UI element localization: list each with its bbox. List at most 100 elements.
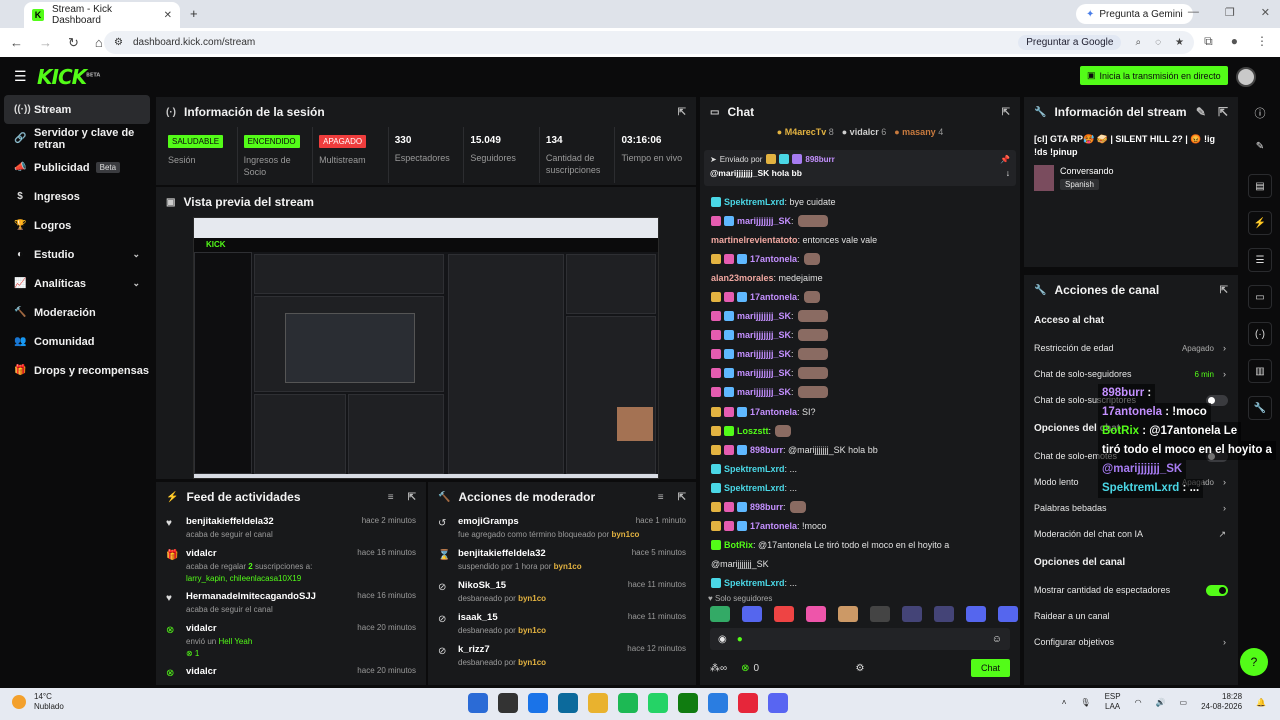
popout-icon[interactable]: ⇱: [678, 492, 686, 503]
list-item[interactable]: ♥ benjitakieffeldela32 acaba de seguir el …: [156, 512, 426, 544]
chat-username[interactable]: marijjjjjjj_SK: [737, 330, 791, 340]
chevron-down-icon[interactable]: ⌄: [132, 249, 140, 260]
moderator-name[interactable]: byn1co: [554, 562, 582, 571]
tray-chevron-icon[interactable]: ˄: [1062, 698, 1067, 707]
activity-username[interactable]: HermanadelmitecagandoSJJ: [186, 591, 316, 602]
chat-settings-icon[interactable]: ⚙: [856, 663, 865, 674]
chat-username[interactable]: marijjjjjjj_SK: [737, 368, 791, 378]
mod-panel-icon[interactable]: ▥: [1248, 359, 1272, 383]
category-thumbnail[interactable]: [1034, 165, 1054, 191]
popout-icon[interactable]: ⇱: [408, 492, 416, 503]
emote-icon[interactable]: [742, 606, 762, 622]
sidebar-item-ingresos[interactable]: $ Ingresos: [0, 182, 156, 211]
chat-username[interactable]: marijjjjjjj_SK: [737, 349, 791, 359]
settings-dot-icon[interactable]: ◉: [718, 634, 727, 645]
chat-username[interactable]: martinelrevientatoto: [711, 235, 798, 245]
kick-logo[interactable]: KICKBETA: [37, 65, 100, 89]
chat-username[interactable]: BotRix: [724, 540, 753, 550]
chat-username[interactable]: 17antonela: [750, 407, 797, 417]
chat-message[interactable]: 17antonela: SI?: [700, 402, 1020, 421]
chat-input[interactable]: ◉ ● ☺: [710, 628, 1010, 650]
sidebar-item-logros[interactable]: 🏆 Logros: [0, 211, 156, 240]
channel-setting-row[interactable]: Mostrar cantidad de espectadores: [1024, 577, 1238, 603]
list-item[interactable]: ⊘ NikoSk_15 desbaneado por byn1co hace 11 m…: [428, 576, 696, 608]
home-icon[interactable]: ⌂: [95, 35, 103, 51]
emote-icon[interactable]: [902, 606, 922, 622]
user-avatar[interactable]: [1236, 67, 1256, 87]
emote-icon[interactable]: [710, 606, 730, 622]
emote-icon[interactable]: [966, 606, 986, 622]
chevron-right-icon[interactable]: ›: [1223, 369, 1226, 379]
battery-icon[interactable]: ▭: [1180, 698, 1188, 707]
chat-message[interactable]: 17antonela:: [700, 287, 1020, 306]
emote-icon[interactable]: [870, 606, 890, 622]
taskbar-app-icon[interactable]: [648, 693, 668, 713]
list-item[interactable]: ↺ emojiGramps fue agregado como término bl…: [428, 512, 696, 544]
chat-message[interactable]: @marijjjjjjj_SK: [700, 555, 1020, 574]
sidebar-item-comunidad[interactable]: 👥 Comunidad: [0, 327, 156, 356]
panel-toggle-icon[interactable]: ▤: [1248, 174, 1272, 198]
chat-message[interactable]: marijjjjjjj_SK:: [700, 211, 1020, 230]
chat-message[interactable]: marijjjjjjj_SK:: [700, 307, 1020, 326]
close-tab-icon[interactable]: ✕: [164, 10, 172, 21]
site-info-icon[interactable]: ⚙: [114, 37, 123, 48]
mod-target-username[interactable]: isaak_15: [458, 612, 546, 623]
chat-username[interactable]: Loszstt: [737, 426, 769, 436]
chat-username[interactable]: 898burr: [750, 502, 783, 512]
gemini-button[interactable]: ✦ Pregunta a Gemini: [1076, 4, 1193, 24]
chat-message[interactable]: SpektremLxrd: ...: [700, 574, 1020, 593]
emote-icon[interactable]: [934, 606, 954, 622]
chat-username[interactable]: alan23morales: [711, 273, 774, 283]
chevron-down-icon[interactable]: ⌄: [132, 278, 140, 289]
send-chat-button[interactable]: Chat: [970, 659, 1010, 677]
close-window-icon[interactable]: ✕: [1261, 6, 1270, 19]
filter-icon[interactable]: ≡: [388, 492, 394, 503]
taskbar-app-icon[interactable]: [618, 693, 638, 713]
chat-username[interactable]: marijjjjjjj_SK: [737, 387, 791, 397]
chat-username[interactable]: SpektremLxrd: [724, 464, 785, 474]
mod-target-username[interactable]: k_rizz7: [458, 644, 546, 655]
profile-icon[interactable]: ●: [1231, 34, 1238, 49]
go-live-button[interactable]: ▣ Inicia la transmisión en directo: [1080, 66, 1228, 85]
taskbar-app-icon[interactable]: [528, 693, 548, 713]
moderator-name[interactable]: byn1co: [518, 594, 546, 603]
activity-username[interactable]: vidalcr: [186, 623, 252, 634]
expand-arrow-icon[interactable]: ↓: [1006, 168, 1010, 178]
list-item[interactable]: ⊘ k_rizz7 desbaneado por byn1co hace 12 min…: [428, 640, 696, 672]
chat-message[interactable]: 17antonela: !moco: [700, 517, 1020, 536]
chat-message[interactable]: marijjjjjjj_SK:: [700, 364, 1020, 383]
url-bar[interactable]: ⚙ dashboard.kick.com/stream Preguntar a …: [104, 31, 1194, 54]
chat-username[interactable]: 17antonela: [750, 254, 797, 264]
chat-message[interactable]: 898burr: @marijjjjjjj_SK hola bb: [700, 440, 1020, 459]
zoom-icon[interactable]: ⌕: [1135, 37, 1141, 48]
list-item[interactable]: ⌛ benjitakieffeldela32 suspendido por 1 ho…: [428, 544, 696, 576]
sidebar-item-publicidad[interactable]: 📣 Publicidad Beta: [0, 153, 156, 182]
chat-username[interactable]: 898burr: [750, 445, 783, 455]
channel-setting-row[interactable]: Configurar objetivos ›: [1024, 629, 1238, 655]
kicks-link[interactable]: Hell Yeah: [218, 637, 252, 646]
chat-username[interactable]: SpektremLxrd: [724, 483, 785, 493]
chat-message[interactable]: SpektremLxrd: bye cuidate: [700, 192, 1020, 211]
sidebar-item-moderación[interactable]: 🔨 Moderación: [0, 298, 156, 327]
channel-setting-row[interactable]: Raidear a un canal: [1024, 603, 1238, 629]
activity-username[interactable]: vidalcr: [186, 548, 312, 559]
taskbar-app-icon[interactable]: [588, 693, 608, 713]
list-item[interactable]: ⊗ vidalcr envió un Hell Yeah ⊗ 1 hace 20 min…: [156, 619, 426, 662]
kick-emote-icon[interactable]: ●: [737, 634, 743, 645]
moderator-name[interactable]: byn1co: [611, 530, 639, 539]
pin-icon[interactable]: 📌: [1000, 155, 1010, 164]
pinned-message[interactable]: ➤ Enviado por 898burr 📌 @marijjjjjjj_SK hol…: [704, 150, 1016, 186]
info-icon[interactable]: ⓘ: [1240, 105, 1280, 121]
edit-layout-icon[interactable]: ✎: [1240, 141, 1280, 152]
session-panel-icon[interactable]: (·): [1248, 322, 1272, 346]
chat-message[interactable]: Loszstt:: [700, 421, 1020, 440]
chevron-right-icon[interactable]: ›: [1223, 637, 1226, 647]
taskbar-app-icon[interactable]: [468, 693, 488, 713]
bookmark-star-icon[interactable]: ★: [1175, 37, 1184, 48]
new-tab-icon[interactable]: +: [190, 6, 198, 21]
chat-message[interactable]: martinelrevientatoto: entonces vale vale: [700, 230, 1020, 249]
taskbar-app-icon[interactable]: [678, 693, 698, 713]
chat-message[interactable]: alan23morales: medejaime: [700, 268, 1020, 287]
maximize-icon[interactable]: ❐: [1225, 6, 1235, 19]
emote-icon[interactable]: [998, 606, 1018, 622]
